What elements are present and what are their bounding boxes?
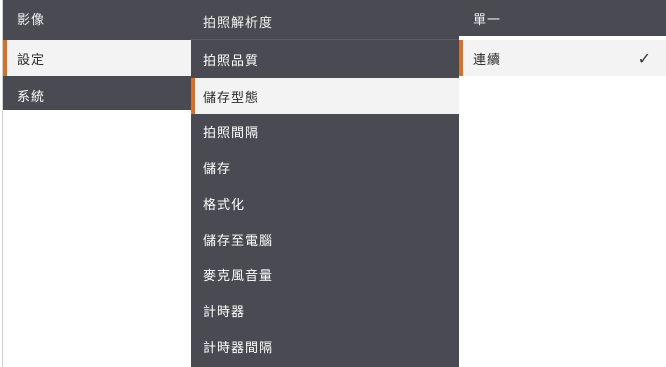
menu-item-label: 計時器間隔 [203, 340, 274, 356]
option-label: 連續 [473, 52, 502, 68]
menu-item-label: 麥克風音量 [203, 268, 274, 284]
menu-item-save[interactable]: 儲存 [191, 149, 459, 185]
menu-item-format[interactable]: 格式化 [191, 185, 459, 221]
menu-item-label: 儲存型態 [203, 90, 260, 106]
menu-divider [191, 39, 459, 40]
menu-item-photo-quality[interactable]: 拍照品質 [191, 41, 459, 77]
checkmark-icon: ✓ [637, 48, 652, 68]
menu-item-label: 儲存至電腦 [203, 233, 274, 249]
menu-item-image[interactable]: 影像 [3, 0, 191, 36]
option-continuous[interactable]: 連續 ✓ [459, 40, 666, 76]
menu-item-storage-type[interactable]: 儲存型態 [191, 78, 459, 114]
menu-column-1: 影像 設定 系統 [3, 0, 191, 110]
menu-item-label: 格式化 [203, 197, 246, 213]
menu-item-photo-resolution[interactable]: 拍照解析度 [191, 3, 459, 39]
option-single[interactable]: 單一 [459, 0, 666, 36]
menu-item-label: 設定 [17, 52, 46, 68]
menu-item-system[interactable]: 系統 [3, 80, 191, 110]
menu-column-2: 拍照解析度 拍照品質 儲存型態 拍照間隔 儲存 格式化 儲存至電腦 麥克風音量 … [191, 0, 459, 367]
menu-column-3: 單一 連續 ✓ [459, 0, 666, 367]
menu-item-label: 影像 [17, 12, 46, 28]
menu-item-mic-volume[interactable]: 麥克風音量 [191, 256, 459, 292]
menu-item-label: 儲存 [203, 161, 232, 177]
settings-menu: 影像 設定 系統 拍照解析度 拍照品質 儲存型態 拍照間隔 儲存 格式化 儲存至… [0, 0, 666, 367]
menu-item-save-to-computer[interactable]: 儲存至電腦 [191, 221, 459, 257]
menu-item-label: 系統 [17, 89, 46, 105]
menu-item-timer-interval[interactable]: 計時器間隔 [191, 328, 459, 364]
menu-item-photo-interval[interactable]: 拍照間隔 [191, 113, 459, 149]
option-label: 單一 [473, 12, 502, 28]
menu-column-1-empty-area [3, 110, 191, 367]
menu-item-timer[interactable]: 計時器 [191, 292, 459, 328]
menu-item-settings[interactable]: 設定 [3, 40, 191, 76]
menu-item-label: 拍照間隔 [203, 125, 260, 141]
menu-item-label: 計時器 [203, 304, 246, 320]
menu-item-label: 拍照解析度 [203, 15, 274, 31]
menu-item-label: 拍照品質 [203, 53, 260, 69]
